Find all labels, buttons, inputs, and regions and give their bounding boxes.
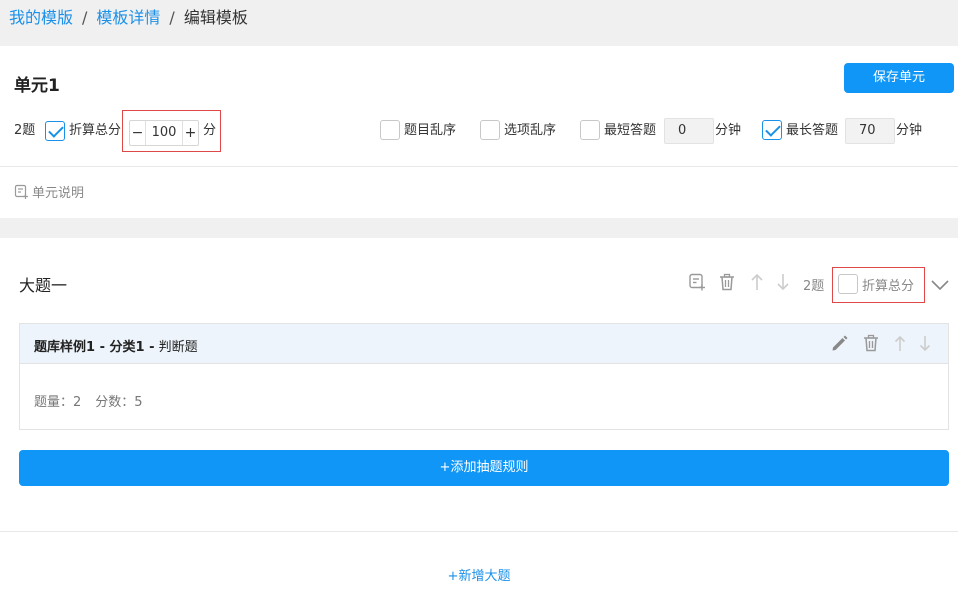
- unit-fold-score-label: 折算总分: [69, 123, 122, 138]
- min-time-input[interactable]: 0: [664, 118, 714, 144]
- min-time-unit: 分钟: [715, 123, 742, 138]
- min-time-checkbox[interactable]: [580, 120, 600, 140]
- rule-score: 分数：5: [95, 395, 143, 410]
- section-delete-icon[interactable]: [718, 273, 736, 295]
- add-section-link[interactable]: +新增大题: [0, 565, 958, 584]
- rule-stats: 题量：2 分数：5: [34, 391, 143, 410]
- save-unit-button[interactable]: 保存单元: [844, 63, 954, 93]
- rule-move-down-icon[interactable]: [919, 335, 931, 356]
- shuffle-options-checkbox[interactable]: [480, 120, 500, 140]
- score-stepper[interactable]: − 100 +: [129, 120, 199, 146]
- section-move-up-icon[interactable]: [750, 273, 764, 295]
- max-time-label: 最长答题: [786, 123, 839, 138]
- breadcrumb-template-detail[interactable]: 模板详情: [96, 8, 160, 27]
- unit-description-link[interactable]: 单元说明: [14, 184, 84, 204]
- max-time-checkbox[interactable]: [762, 120, 782, 140]
- breadcrumb-current: 编辑模板: [183, 8, 248, 27]
- rule-move-up-icon[interactable]: [894, 335, 906, 356]
- divider: [0, 166, 958, 167]
- section-fold-score-checkbox[interactable]: [838, 274, 858, 294]
- shuffle-questions-label: 题目乱序: [404, 123, 457, 138]
- unit-question-count: 2题: [14, 123, 36, 138]
- max-time-unit: 分钟: [896, 123, 923, 138]
- breadcrumb-separator: /: [82, 8, 88, 27]
- unit-description-label: 单元说明: [32, 186, 85, 201]
- breadcrumb-bar: 我的模版 / 模板详情 / 编辑模板: [0, 0, 958, 46]
- section-move-down-icon[interactable]: [776, 273, 790, 295]
- chevron-down-icon[interactable]: [931, 276, 949, 295]
- min-time-label: 最短答题: [604, 123, 657, 138]
- rule-card: 题库样例1 - 分类1 - 判断题 题量：2 分数：5: [19, 323, 949, 430]
- rule-quantity: 题量：2: [34, 395, 82, 410]
- max-time-input[interactable]: 70: [845, 118, 895, 144]
- note-add-icon: [14, 184, 29, 204]
- section-gap: [0, 218, 958, 238]
- score-value[interactable]: 100: [146, 121, 182, 145]
- rule-delete-icon[interactable]: [862, 334, 880, 356]
- breadcrumb: 我的模版 / 模板详情 / 编辑模板: [9, 8, 248, 28]
- section-title: 大题一: [19, 276, 68, 295]
- rule-title: 题库样例1 - 分类1 - 判断题: [34, 336, 198, 355]
- increment-button[interactable]: +: [182, 121, 198, 145]
- rule-card-header: 题库样例1 - 分类1 - 判断题: [20, 324, 948, 364]
- section-question-count: 2题: [803, 279, 825, 294]
- section-note-add-icon[interactable]: [688, 273, 706, 295]
- divider: [0, 531, 958, 532]
- shuffle-options-label: 选项乱序: [504, 123, 557, 138]
- shuffle-questions-checkbox[interactable]: [380, 120, 400, 140]
- unit-title: 单元1: [14, 76, 60, 96]
- decrement-button[interactable]: −: [130, 121, 146, 145]
- rule-question-type: 判断题: [158, 340, 198, 355]
- breadcrumb-separator: /: [169, 8, 175, 27]
- score-unit-label: 分: [203, 123, 217, 138]
- rule-source: 题库样例1 - 分类1 -: [34, 340, 155, 355]
- add-rule-button[interactable]: +添加抽题规则: [19, 450, 949, 486]
- section-fold-score-label: 折算总分: [862, 279, 915, 294]
- breadcrumb-my-templates[interactable]: 我的模版: [9, 8, 73, 27]
- edit-icon[interactable]: [830, 334, 849, 357]
- unit-fold-score-checkbox[interactable]: [45, 121, 65, 141]
